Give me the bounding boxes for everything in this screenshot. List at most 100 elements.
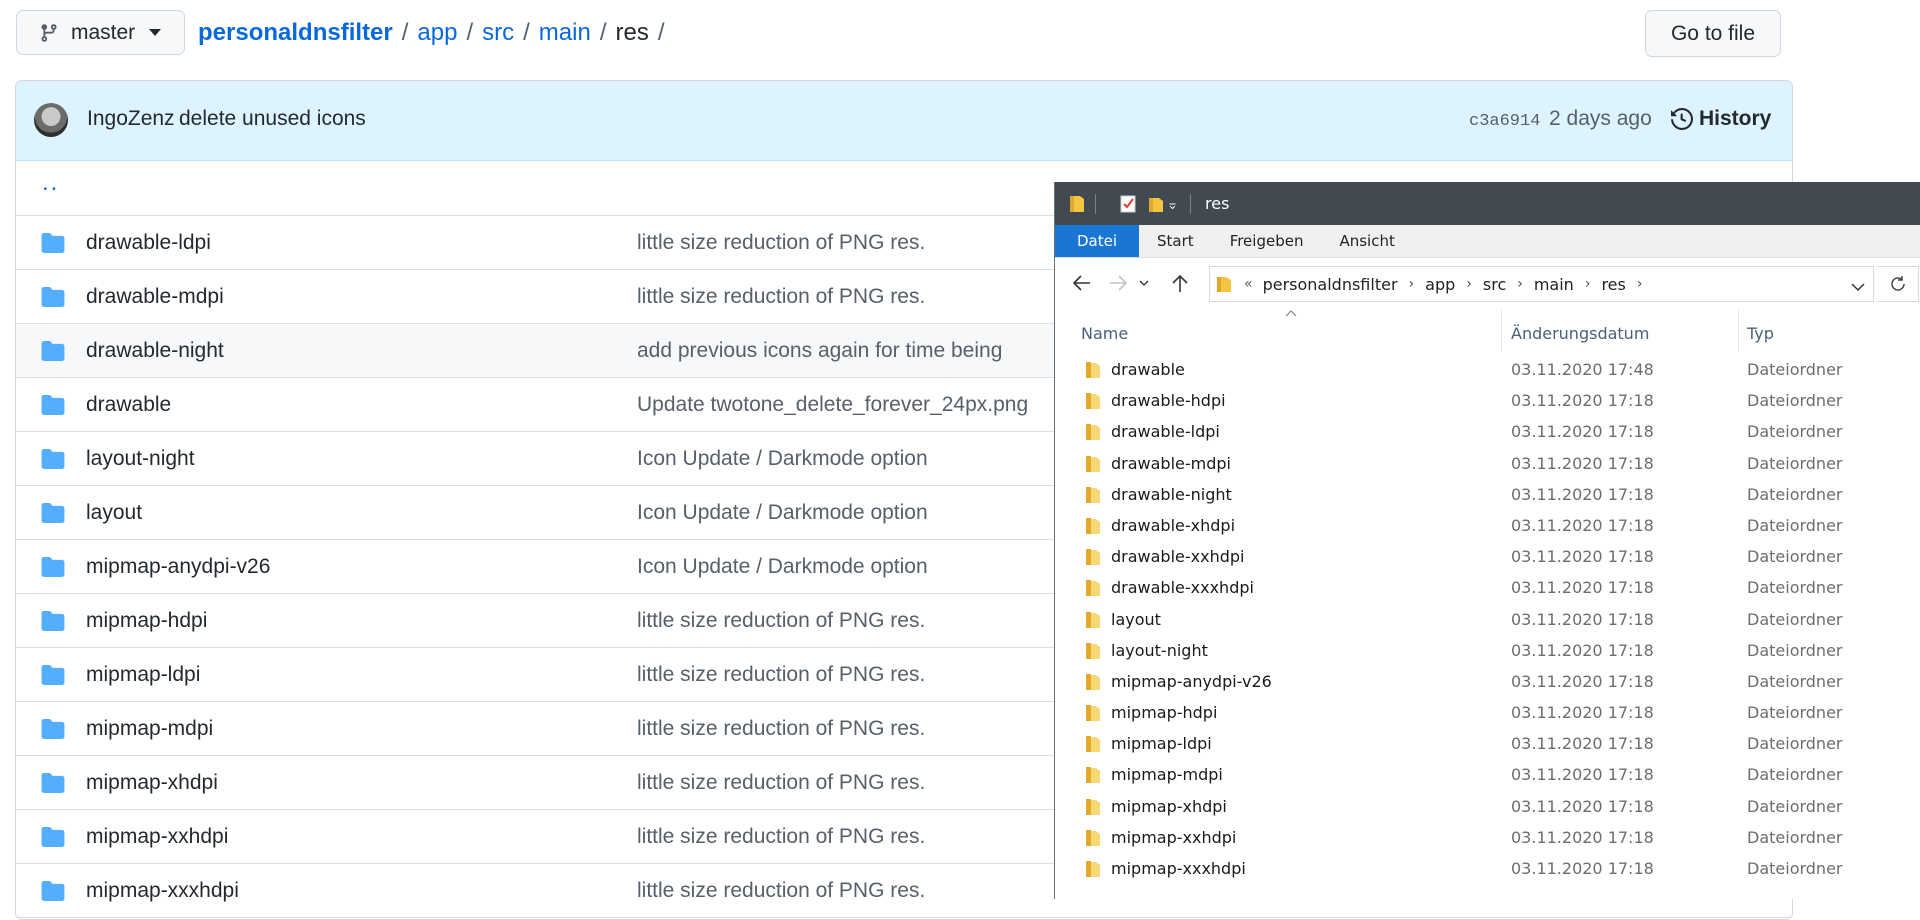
folder-icon [41,449,65,469]
file-name-link[interactable]: mipmap-mdpi [86,717,213,741]
address-bar[interactable]: « personaldnsfilter › app › src › main ›… [1209,266,1874,302]
address-crumb-res[interactable]: res [1601,275,1625,294]
go-to-file-button[interactable]: Go to file [1645,10,1781,57]
chevron-right-icon[interactable]: › [1517,276,1523,292]
commit-message-link[interactable]: little size reduction of PNG res. [637,663,925,687]
history-link[interactable]: History [1671,107,1771,131]
breadcrumb-separator: / [523,19,530,46]
folder-icon [1086,705,1100,722]
commit-message-link[interactable]: little size reduction of PNG res. [637,285,925,309]
chevron-right-icon[interactable]: › [1637,276,1643,292]
chevron-right-icon[interactable]: › [1466,276,1472,292]
breadcrumb-link-src[interactable]: src [482,19,514,47]
chevron-right-icon[interactable]: › [1585,276,1591,292]
file-name-link[interactable]: mipmap-ldpi [86,663,200,687]
list-item[interactable]: mipmap-mdpi 03.11.2020 17:18 Dateiordner [1055,759,1920,790]
tab-datei[interactable]: Datei [1055,225,1140,257]
commit-sha-link[interactable]: c3a6914 [1469,112,1540,131]
folder-icon [41,773,65,793]
folder-icon [41,611,65,631]
tab-freigeben[interactable]: Freigeben [1212,225,1322,257]
recent-locations-chevron-icon[interactable] [1137,270,1151,296]
file-name: drawable-xxhdpi [1111,547,1245,567]
breadcrumb-separator: / [401,19,409,46]
list-item[interactable]: drawable-xhdpi 03.11.2020 17:18 Dateiordne… [1055,510,1920,541]
file-type: Dateiordner [1747,671,1843,691]
quick-access-dropdown-icon[interactable] [1168,194,1180,214]
file-name-link[interactable]: mipmap-xhdpi [86,771,218,795]
list-item[interactable]: drawable-hdpi 03.11.2020 17:18 Dateiordner [1055,385,1920,416]
file-name-link[interactable]: drawable-mdpi [86,285,224,309]
chevron-right-icon[interactable]: › [1409,276,1415,292]
commit-message-link[interactable]: little size reduction of PNG res. [637,231,925,255]
folder-icon [1086,767,1100,784]
list-item[interactable]: mipmap-ldpi 03.11.2020 17:18 Dateiordner [1055,728,1920,759]
history-icon [1671,108,1693,130]
commit-message-link[interactable]: Icon Update / Darkmode option [637,501,928,525]
breadcrumb-link-main[interactable]: main [539,19,591,47]
new-folder-icon[interactable] [1148,194,1164,214]
avatar[interactable] [34,103,68,137]
folder-icon [1086,517,1100,534]
column-divider[interactable] [1738,310,1739,352]
commit-message-link[interactable]: Update twotone_delete_forever_24px.png [637,393,1028,417]
file-name-link[interactable]: mipmap-hdpi [86,609,207,633]
file-name-link[interactable]: mipmap-xxxhdpi [86,879,239,903]
list-item[interactable]: layout-night 03.11.2020 17:18 Dateiordner [1055,635,1920,666]
address-crumb-personaldnsfilter[interactable]: personaldnsfilter [1263,275,1398,294]
column-header-type[interactable]: Typ [1747,324,1774,343]
folder-icon [1070,195,1084,212]
file-name-link[interactable]: drawable-ldpi [86,231,211,255]
list-item[interactable]: mipmap-xhdpi 03.11.2020 17:18 Dateiordner [1055,791,1920,822]
commit-message-link[interactable]: add previous icons again for time being [637,339,1002,363]
list-item[interactable]: mipmap-xxxhdpi 03.11.2020 17:18 Dateiordne… [1055,853,1920,884]
list-item[interactable]: layout 03.11.2020 17:18 Dateiordner [1055,604,1920,635]
file-name-link[interactable]: drawable-night [86,339,224,363]
list-item[interactable]: drawable-xxxhdpi 03.11.2020 17:18 Dateiord… [1055,572,1920,603]
address-crumb-src[interactable]: src [1483,275,1506,294]
column-header-name[interactable]: Name [1081,324,1128,343]
commit-message-link[interactable]: little size reduction of PNG res. [637,825,925,849]
breadcrumb-repo-link[interactable]: personaldnsfilter [198,19,393,47]
address-crumb-app[interactable]: app [1425,275,1455,294]
parent-directory-link[interactable]: .. [42,169,59,197]
commit-message-link[interactable]: little size reduction of PNG res. [637,609,925,633]
up-arrow-icon[interactable] [1167,270,1193,296]
list-item[interactable]: drawable-ldpi 03.11.2020 17:18 Dateiordner [1055,416,1920,447]
branch-selector-button[interactable]: master [16,10,185,55]
list-item[interactable]: mipmap-xxhdpi 03.11.2020 17:18 Dateiordner [1055,822,1920,853]
list-item[interactable]: drawable 03.11.2020 17:48 Dateiordner [1055,354,1920,385]
file-name-link[interactable]: drawable [86,393,171,417]
refresh-icon[interactable] [1877,266,1919,302]
file-name-link[interactable]: layout-night [86,447,195,471]
list-item[interactable]: drawable-mdpi 03.11.2020 17:18 Dateiordner [1055,448,1920,479]
address-crumb-main[interactable]: main [1534,275,1574,294]
breadcrumb-link-app[interactable]: app [417,19,457,47]
commit-message-link[interactable]: little size reduction of PNG res. [637,771,925,795]
explorer-title-bar[interactable]: res [1055,182,1920,225]
file-name-link[interactable]: mipmap-anydpi-v26 [86,555,270,579]
column-header-date[interactable]: Änderungsdatum [1511,324,1649,343]
commit-message-link[interactable]: little size reduction of PNG res. [637,717,925,741]
forward-arrow-icon[interactable] [1105,270,1131,296]
file-name-link[interactable]: mipmap-xxhdpi [86,825,228,849]
folder-icon [1086,829,1100,846]
back-arrow-icon[interactable] [1069,270,1095,296]
commit-message-link[interactable]: delete unused icons [179,107,366,131]
address-dropdown-icon[interactable] [1851,277,1865,296]
commit-message-link[interactable]: little size reduction of PNG res. [637,879,925,903]
column-divider[interactable] [1501,310,1502,352]
commit-message-link[interactable]: Icon Update / Darkmode option [637,447,928,471]
commit-author-link[interactable]: IngoZenz [87,107,175,131]
column-header-row: Name Änderungsdatum Typ [1055,308,1920,354]
list-item[interactable]: mipmap-anydpi-v26 03.11.2020 17:18 Dateior… [1055,666,1920,697]
commit-message-link[interactable]: Icon Update / Darkmode option [637,555,928,579]
properties-checkmark-icon[interactable] [1120,194,1136,214]
list-item[interactable]: mipmap-hdpi 03.11.2020 17:18 Dateiordner [1055,697,1920,728]
file-name-link[interactable]: layout [86,501,142,525]
list-item[interactable]: drawable-night 03.11.2020 17:18 Dateiordne… [1055,479,1920,510]
tab-start[interactable]: Start [1139,225,1212,257]
list-item[interactable]: drawable-xxhdpi 03.11.2020 17:18 Dateiordn… [1055,541,1920,572]
tab-ansicht[interactable]: Ansicht [1321,225,1412,257]
address-overflow-icon[interactable]: « [1244,276,1253,292]
